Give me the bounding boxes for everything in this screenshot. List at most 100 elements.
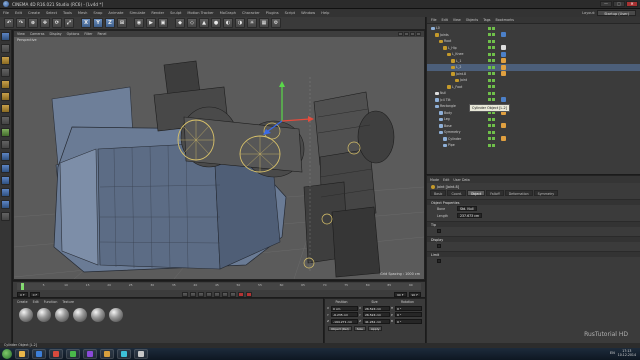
editor-visibility-dot[interactable] (488, 26, 491, 30)
object-tag-icon[interactable] (501, 123, 506, 128)
menu-mograph[interactable]: MoGraph (220, 11, 236, 15)
editor-visibility-dot[interactable] (488, 59, 491, 62)
editor-visibility-dot[interactable] (488, 124, 491, 127)
render-visibility-dot[interactable] (492, 59, 495, 62)
toolbar-button-7[interactable]: X (81, 18, 91, 28)
perspective-viewport[interactable]: View Cameras Display Options Filter Panel (13, 30, 425, 280)
toolbar-button-24[interactable]: ⚙ (271, 18, 281, 28)
object-tag-icon[interactable] (501, 32, 506, 37)
position-input[interactable]: -194.271 cm (331, 318, 358, 324)
toolbar-button-5[interactable]: ⤢ (64, 18, 74, 28)
texture-mode-button[interactable] (1, 56, 10, 65)
object-tag-icon[interactable] (501, 45, 506, 50)
editor-visibility-dot[interactable] (488, 65, 491, 69)
render-visibility-dot[interactable] (492, 91, 495, 95)
material-menu-function[interactable]: Function (44, 300, 58, 304)
minimize-button[interactable]: — (600, 1, 612, 7)
taskbar-app-icon[interactable] (32, 349, 46, 359)
play-button[interactable] (206, 291, 213, 297)
editor-visibility-dot[interactable] (488, 98, 491, 101)
pan-icon[interactable] (398, 32, 403, 36)
soft-selection-button[interactable] (1, 152, 10, 161)
workplane-button[interactable] (1, 68, 10, 77)
viewport-menu-panel[interactable]: Panel (98, 32, 107, 36)
size-input[interactable]: 26.524 cm (363, 312, 390, 318)
next-frame-button[interactable] (214, 291, 221, 297)
planar-workplane-button[interactable] (1, 176, 10, 185)
menu-animate[interactable]: Animate (108, 11, 123, 15)
object-tag-icon[interactable] (501, 64, 506, 70)
material-menu-texture[interactable]: Texture (62, 300, 74, 304)
render-visibility-dot[interactable] (492, 143, 495, 147)
visibility-flags[interactable] (488, 39, 495, 43)
model-mode-button[interactable] (1, 44, 10, 53)
material-menu-create[interactable]: Create (17, 300, 28, 304)
editor-visibility-dot[interactable] (488, 137, 491, 140)
om-menu-tags[interactable]: Tags (483, 18, 490, 22)
visibility-flags[interactable] (488, 143, 495, 147)
editor-visibility-dot[interactable] (488, 78, 491, 82)
toolbar-button-21[interactable]: ◑ (235, 18, 245, 28)
am-menu-user-data[interactable]: User Data (453, 178, 469, 182)
render-visibility-dot[interactable] (492, 52, 495, 56)
limit-checkbox[interactable] (437, 258, 441, 263)
toolbar-button-0[interactable]: ↶ (4, 18, 14, 28)
menu-select[interactable]: Select (46, 11, 57, 15)
render-visibility-dot[interactable] (492, 39, 495, 43)
editor-visibility-dot[interactable] (488, 72, 491, 75)
render-visibility-dot[interactable] (492, 65, 495, 69)
material-swatch[interactable] (73, 308, 87, 322)
menu-file[interactable]: File (3, 11, 9, 15)
object-tag-icon[interactable] (501, 97, 506, 102)
taskbar-app-icon[interactable] (49, 349, 63, 359)
prev-frame-button[interactable] (198, 291, 205, 297)
rotate-icon[interactable] (410, 32, 415, 36)
apply-button[interactable]: Apply (367, 325, 383, 331)
layout-dropdown[interactable]: Startup (User) (597, 10, 636, 16)
material-swatch[interactable] (19, 308, 33, 322)
workplane-mode-button[interactable] (1, 188, 10, 197)
visibility-flags[interactable] (488, 137, 495, 140)
zoom-icon[interactable] (404, 32, 409, 36)
max-frame-field[interactable]: 90 F (408, 291, 421, 297)
editor-visibility-dot[interactable] (488, 52, 491, 56)
om-menu-view[interactable]: View (453, 18, 461, 22)
render-visibility-dot[interactable] (492, 72, 495, 75)
editor-visibility-dot[interactable] (488, 91, 491, 95)
maximize-view-icon[interactable] (416, 32, 421, 36)
material-swatch[interactable] (91, 308, 105, 322)
layout-selector[interactable]: Layout: Startup (User) (582, 9, 636, 17)
coordinate-mode-dropdown[interactable]: Object (Rel) (328, 325, 352, 331)
tab-basic[interactable]: Basic (430, 190, 447, 196)
object-tag-icon[interactable] (501, 51, 506, 57)
size-input[interactable]: 26.524 cm (363, 305, 390, 311)
visibility-flags[interactable] (488, 33, 495, 36)
clock[interactable]: 17:13 10.12.2014 (618, 349, 636, 357)
record-button[interactable] (238, 291, 245, 297)
object-tag-icon[interactable] (501, 136, 506, 141)
tab-symmetry[interactable]: Symmetry (533, 190, 559, 196)
toolbar-button-1[interactable]: ↷ (16, 18, 26, 28)
render-visibility-dot[interactable] (492, 46, 495, 49)
material-swatch[interactable] (55, 308, 69, 322)
am-menu-edit[interactable]: Edit (443, 178, 449, 182)
bone-dropdown[interactable]: Std. Null (457, 206, 477, 211)
am-menu-mode[interactable]: Mode (430, 178, 439, 182)
visibility-flags[interactable] (488, 52, 495, 56)
prev-key-button[interactable] (190, 291, 197, 297)
first-frame-button[interactable] (182, 291, 189, 297)
visibility-flags[interactable] (488, 72, 495, 75)
render-visibility-dot[interactable] (492, 124, 495, 127)
visibility-flags[interactable] (488, 91, 495, 95)
axis-mode-button[interactable] (1, 116, 10, 125)
tweak-mode-button[interactable] (1, 128, 10, 137)
snap-button[interactable] (1, 140, 10, 149)
render-visibility-dot[interactable] (492, 85, 495, 88)
om-menu-file[interactable]: File (431, 18, 437, 22)
taskbar-app-icon[interactable] (15, 349, 29, 359)
menu-snap[interactable]: Snap (93, 11, 102, 15)
rotation-input[interactable]: 0 ° (395, 305, 422, 311)
toolbar-button-10[interactable]: ⊞ (117, 18, 127, 28)
menu-simulate[interactable]: Simulate (129, 11, 145, 15)
start-frame-field[interactable]: 0 F (17, 291, 28, 297)
